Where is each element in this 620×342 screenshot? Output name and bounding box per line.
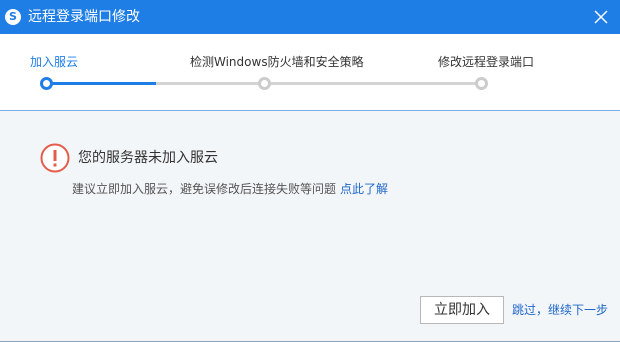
- step-indicator: 加入服云 检测Windows防火墙和安全策略 修改远程登录端口: [0, 34, 620, 110]
- step-1-label: 加入服云: [30, 55, 79, 69]
- warning-title: 您的服务器未加入服云: [78, 150, 218, 166]
- close-icon[interactable]: [592, 8, 610, 26]
- skip-next-link[interactable]: 跳过，继续下一步: [512, 302, 608, 318]
- window-title: 远程登录端口修改: [28, 9, 140, 25]
- step-3-label: 修改远程登录端口: [438, 55, 535, 69]
- step-1-dot: [40, 77, 53, 90]
- app-logo-icon: S: [5, 9, 21, 25]
- step-3-dot: [475, 77, 488, 90]
- step-2-label: 检测Windows防火墙和安全策略: [190, 55, 364, 69]
- step-progress-bar: [46, 82, 156, 85]
- join-now-button[interactable]: 立即加入: [420, 296, 504, 324]
- warning-description: 建议立即加入服云，避免误修改后连接失败等问题: [72, 182, 337, 196]
- exclamation-circle-icon: [40, 143, 70, 173]
- title-bar: S 远程登录端口修改: [0, 0, 620, 34]
- learn-more-link[interactable]: 点此了解: [340, 181, 388, 197]
- step-2-dot: [258, 77, 271, 90]
